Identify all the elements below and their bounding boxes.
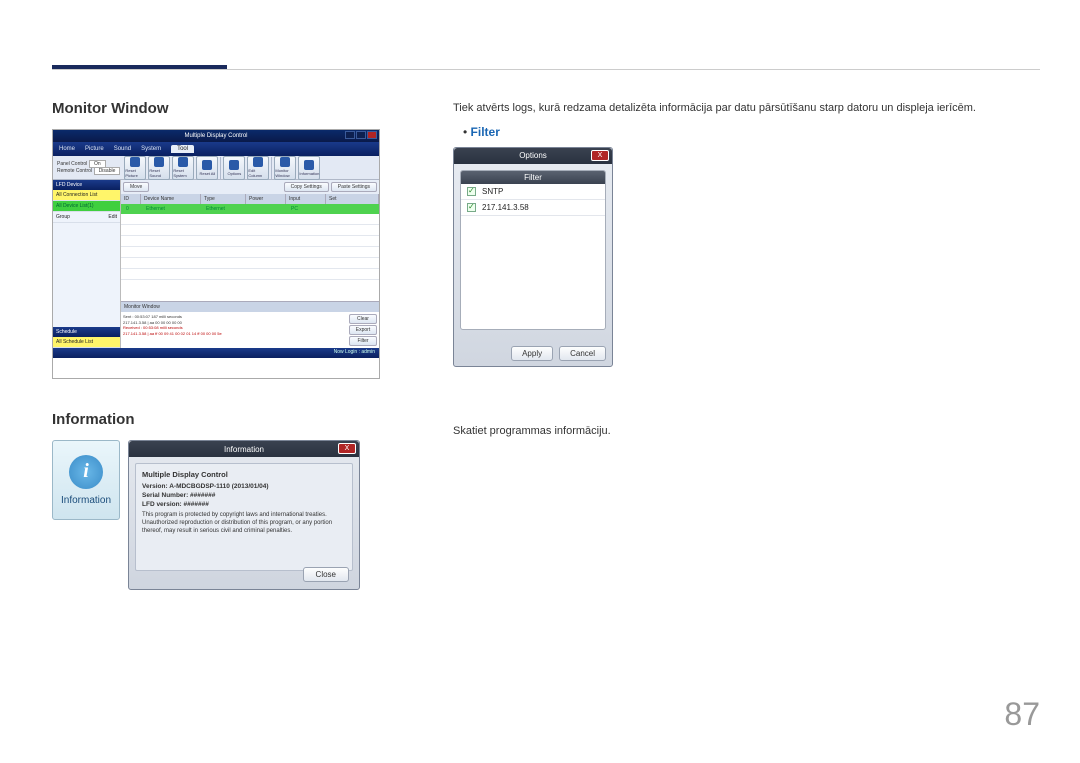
mdc-control-row: Panel Control On Remote Control Disable … — [53, 156, 379, 180]
filter-cancel-button[interactable]: Cancel — [559, 346, 606, 361]
information-icon — [304, 160, 314, 170]
monitor-window-button[interactable]: Monitor Window — [274, 156, 296, 180]
options-button[interactable]: Options — [223, 156, 245, 180]
reset-all-icon — [202, 160, 212, 170]
menu-system[interactable]: System — [141, 146, 161, 152]
reset-sound-icon — [154, 157, 164, 167]
mdc-app-title: Multiple Display Control — [184, 133, 247, 139]
checkbox-checked-icon[interactable] — [467, 187, 476, 196]
information-dialog: Information X Multiple Display Control V… — [128, 440, 360, 590]
menu-sound[interactable]: Sound — [114, 146, 131, 152]
filter-subheading: Filter — [463, 125, 1033, 139]
monitor-clear-button[interactable]: Clear — [349, 314, 377, 324]
info-dialog-body: Multiple Display Control Version: A-MDCB… — [135, 463, 353, 571]
info-product-name: Multiple Display Control — [142, 470, 346, 479]
info-dialog-close-button[interactable]: X — [338, 443, 356, 454]
mdc-titlebar: Multiple Display Control — [53, 130, 379, 142]
reset-picture-icon — [130, 157, 140, 167]
monitor-export-button[interactable]: Export — [349, 325, 377, 335]
panel-control-label: Panel Control — [57, 161, 87, 167]
filter-dialog-titlebar: Options X — [454, 148, 612, 164]
table-row — [121, 214, 379, 225]
filter-row[interactable]: SNTP — [461, 184, 605, 200]
checkbox-checked-icon[interactable] — [467, 203, 476, 212]
filter-row[interactable]: 217.141.3.58 — [461, 200, 605, 216]
monitor-window-description: Tiek atvērts logs, kurā redzama detalizē… — [453, 100, 1033, 117]
monitor-panel-title: Monitor Window — [124, 304, 160, 310]
information-description: Skatiet programmas informāciju. — [453, 423, 1033, 440]
remote-control-dropdown[interactable]: Disable — [94, 167, 121, 175]
info-serial: Serial Number: ####### — [142, 492, 346, 499]
reset-sound-button[interactable]: Reset Sound — [148, 156, 170, 180]
menu-tool-active[interactable]: Tool — [171, 145, 194, 153]
sidebar-group[interactable]: Group Edit — [53, 212, 120, 223]
sidebar-all-device[interactable]: All Device List(1) — [53, 201, 120, 212]
paste-settings-button[interactable]: Paste Settings — [331, 182, 377, 192]
header-divider — [52, 69, 1040, 70]
information-icon-tile[interactable]: i Information — [52, 440, 120, 520]
monitor-window-heading: Monitor Window — [52, 100, 382, 117]
options-icon — [229, 160, 239, 170]
filter-options-dialog: Options X Filter SNTP 217.141.3.58 Apply… — [453, 147, 613, 367]
info-version: Version: A-MDCBGDSP-1110 (2013/01/04) — [142, 483, 346, 490]
reset-all-button[interactable]: Reset All — [196, 156, 218, 180]
sidebar-all-schedule[interactable]: All Schedule List — [53, 337, 120, 348]
table-row — [121, 269, 379, 280]
reset-system-icon — [178, 157, 188, 167]
mdc-menubar: Home Picture Sound System Tool — [53, 142, 379, 156]
monitor-window-icon — [280, 157, 290, 167]
copy-settings-button[interactable]: Copy Settings — [284, 182, 329, 192]
monitor-window-panel: Monitor Window Sent : 00:53:07 187 milli… — [121, 301, 379, 348]
toolbar-separator — [220, 157, 221, 179]
mdc-action-row: Move Copy Settings Paste Settings — [121, 180, 379, 194]
sidebar-schedule-header[interactable]: Schedule — [53, 327, 120, 337]
sidebar-lfd-header[interactable]: LFD Device — [53, 180, 120, 190]
info-icon: i — [69, 455, 103, 489]
mdc-sidebar: LFD Device All Connection List All Devic… — [53, 180, 121, 348]
filter-row-label: SNTP — [482, 187, 503, 196]
edit-column-button[interactable]: Edit Column — [247, 156, 269, 180]
info-close-button[interactable]: Close — [303, 567, 349, 582]
information-heading: Information — [52, 411, 382, 428]
info-lfd-version: LFD version: ####### — [142, 501, 346, 508]
information-button[interactable]: Information — [298, 156, 320, 180]
information-icon-label: Information — [61, 495, 111, 506]
table-headers: ID Device Name Type Power Input Set — [121, 194, 379, 204]
reset-system-button[interactable]: Reset System — [172, 156, 194, 180]
mdc-app-screenshot: Multiple Display Control Home Picture So… — [52, 129, 380, 379]
filter-apply-button[interactable]: Apply — [511, 346, 553, 361]
filter-row-label: 217.141.3.58 — [482, 203, 529, 212]
monitor-log: Sent : 00:53:07 187 milli seconds 217.14… — [121, 312, 347, 348]
filter-dialog-title: Options — [519, 151, 547, 160]
edit-column-icon — [253, 157, 263, 167]
menu-picture[interactable]: Picture — [85, 146, 104, 152]
menu-home[interactable]: Home — [59, 146, 75, 152]
sidebar-edit-dropdown[interactable]: Edit — [108, 214, 117, 220]
info-dialog-title: Information — [224, 445, 264, 454]
sidebar-all-connection[interactable]: All Connection List — [53, 190, 120, 201]
remote-control-label: Remote Control — [57, 168, 92, 174]
move-button[interactable]: Move — [123, 182, 149, 192]
info-copyright: This program is protected by copyright l… — [142, 512, 346, 535]
info-dialog-titlebar: Information X — [129, 441, 359, 457]
minimize-icon[interactable] — [345, 131, 355, 139]
mdc-status-bar: Now Login : admin — [53, 348, 379, 358]
filter-list: Filter SNTP 217.141.3.58 — [460, 170, 606, 330]
filter-dialog-close-button[interactable]: X — [591, 150, 609, 161]
reset-picture-button[interactable]: Reset Picture — [124, 156, 146, 180]
close-icon[interactable] — [367, 131, 377, 139]
table-row — [121, 225, 379, 236]
monitor-filter-button[interactable]: Filter — [349, 336, 377, 346]
maximize-icon[interactable] — [356, 131, 366, 139]
table-row[interactable]: 0 Ethernet Ethernet PC — [121, 204, 379, 214]
toolbar-separator — [271, 157, 272, 179]
filter-list-header: Filter — [461, 171, 605, 184]
table-row — [121, 247, 379, 258]
table-row — [121, 258, 379, 269]
table-row — [121, 236, 379, 247]
page-number: 87 — [1004, 696, 1040, 733]
window-controls — [345, 131, 377, 139]
